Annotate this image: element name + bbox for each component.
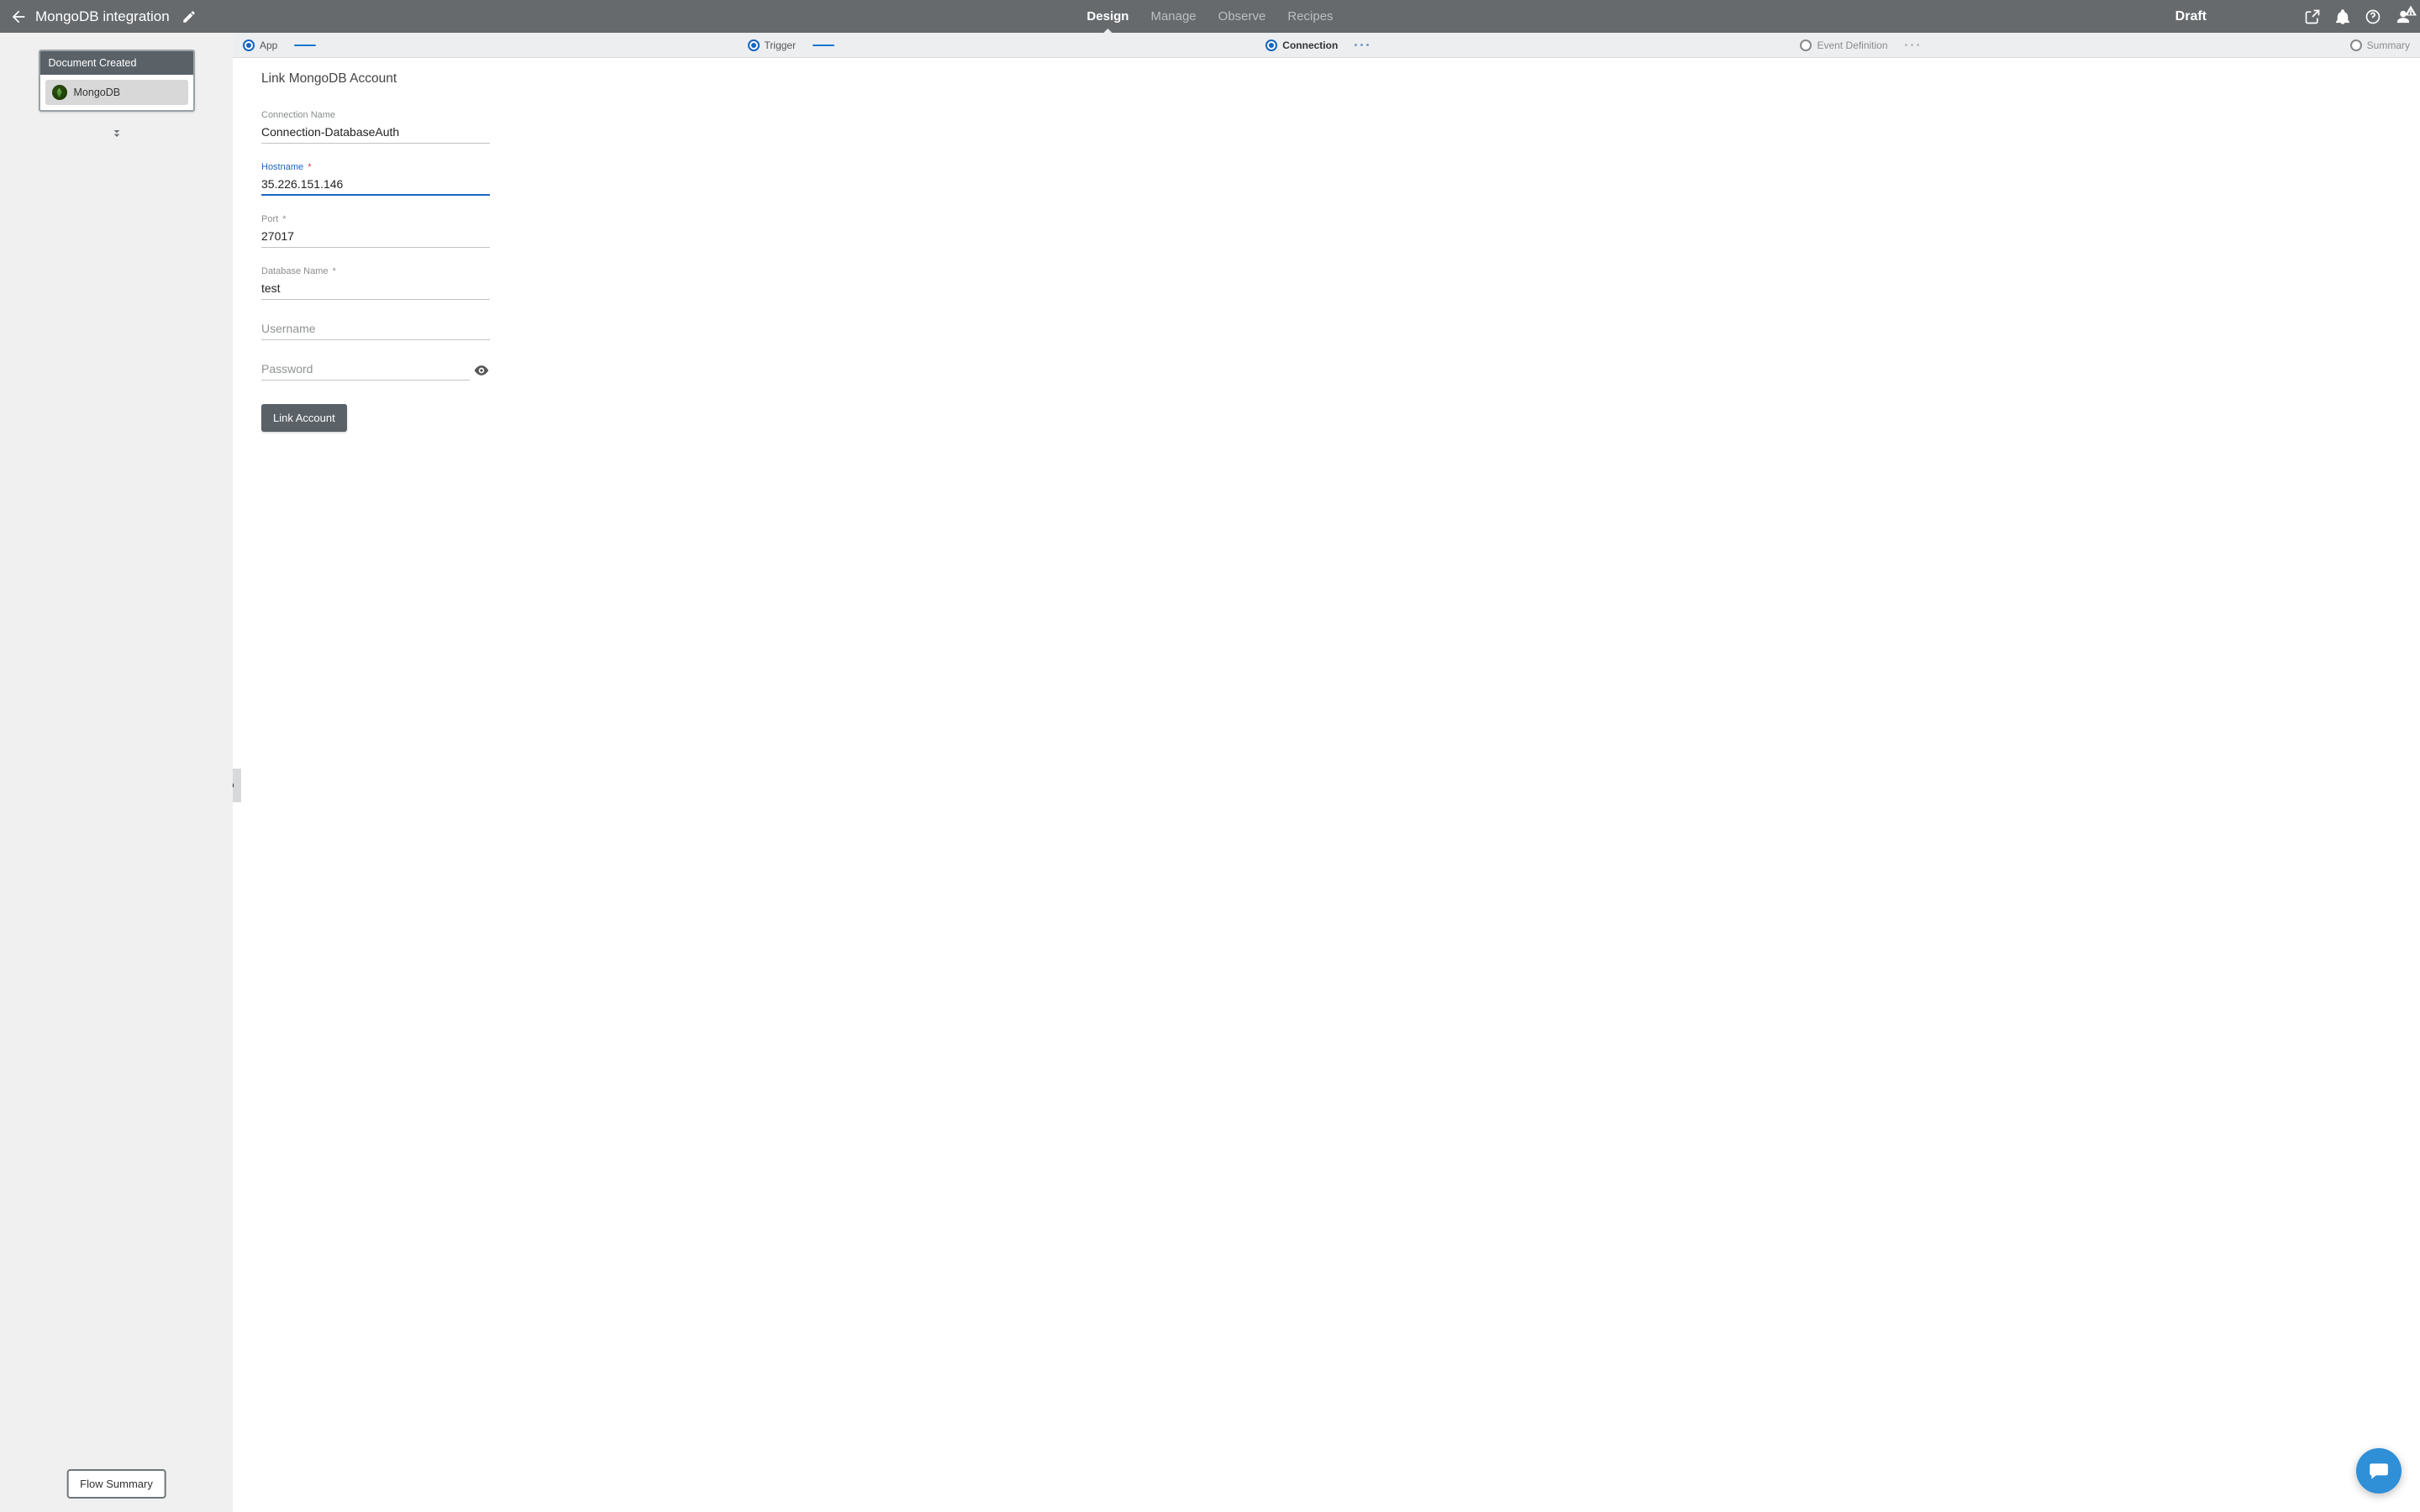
profile-icon[interactable]	[2395, 8, 2412, 25]
back-arrow-icon[interactable]	[8, 8, 27, 26]
step-connection[interactable]: Connection	[1265, 39, 1338, 51]
field-database-name: Database Name *	[261, 266, 490, 300]
required-asterisk: *	[333, 266, 336, 276]
tab-observe[interactable]: Observe	[1217, 0, 1268, 33]
show-password-icon[interactable]	[473, 362, 490, 379]
link-account-button[interactable]: Link Account	[261, 404, 347, 432]
step-circle-icon	[243, 39, 255, 51]
flow-summary-button[interactable]: Flow Summary	[66, 1469, 166, 1499]
step-label: Connection	[1282, 39, 1338, 51]
input-hostname[interactable]	[261, 174, 490, 196]
input-username[interactable]	[261, 318, 490, 340]
sidebar: Document Created MongoDB Flow Summary	[0, 33, 233, 1512]
chat-fab[interactable]	[2356, 1448, 2402, 1494]
step-summary[interactable]: Summary	[2350, 39, 2410, 51]
required-asterisk: *	[282, 214, 286, 224]
tab-manage[interactable]: Manage	[1149, 0, 1197, 33]
content-column: App Trigger Connection Eve	[233, 33, 2420, 1512]
step-trigger[interactable]: Trigger	[748, 39, 797, 51]
field-connection-name: Connection Name	[261, 110, 490, 144]
body-area: Document Created MongoDB Flow Summary Ap…	[0, 33, 2420, 1512]
open-external-icon[interactable]	[2304, 8, 2321, 25]
step-circle-icon	[1265, 39, 1277, 51]
input-password[interactable]	[261, 359, 470, 381]
main-content: Link MongoDB Account Connection Name Hos…	[233, 58, 2420, 1512]
bell-icon[interactable]	[2334, 8, 2351, 25]
label-hostname: Hostname *	[261, 162, 490, 172]
expand-down-icon[interactable]	[110, 127, 124, 144]
page-title: Link MongoDB Account	[261, 71, 2420, 87]
header-tabs: Design Manage Observe Recipes	[1085, 0, 1334, 33]
collapse-sidebar-handle[interactable]	[233, 769, 241, 802]
connection-form: Connection Name Hostname * Port * Databa…	[261, 110, 490, 432]
label-connection-name: Connection Name	[261, 110, 490, 120]
top-header: MongoDB integration Design Manage Observ…	[0, 0, 2420, 33]
step-circle-icon	[2350, 39, 2362, 51]
field-port: Port *	[261, 214, 490, 248]
step-bar: App Trigger Connection Eve	[233, 33, 2420, 58]
input-connection-name[interactable]	[261, 122, 490, 144]
label-hostname-text: Hostname	[261, 162, 303, 172]
edit-icon[interactable]	[182, 9, 197, 24]
label-port: Port *	[261, 214, 490, 224]
input-port[interactable]	[261, 226, 490, 248]
input-database-name[interactable]	[261, 278, 490, 300]
label-database-name: Database Name *	[261, 266, 490, 276]
required-asterisk: *	[308, 162, 311, 172]
flow-card: Document Created MongoDB	[39, 50, 195, 112]
header-left: MongoDB integration	[8, 8, 244, 26]
flow-card-body: MongoDB	[40, 75, 193, 110]
tab-recipes[interactable]: Recipes	[1286, 0, 1334, 33]
sidebar-item-mongodb[interactable]: MongoDB	[45, 80, 188, 105]
tab-design[interactable]: Design	[1085, 0, 1130, 33]
sidebar-item-label: MongoDB	[74, 87, 121, 98]
header-right: Draft	[2175, 8, 2412, 25]
label-port-text: Port	[261, 214, 278, 224]
step-circle-icon	[748, 39, 760, 51]
field-username	[261, 318, 490, 340]
status-label: Draft	[2175, 9, 2207, 24]
integration-title: MongoDB integration	[35, 8, 170, 25]
flow-card-title: Document Created	[40, 51, 193, 75]
step-event-definition[interactable]: Event Definition	[1800, 39, 1887, 51]
mongodb-icon	[52, 85, 67, 100]
alert-badge-icon	[2405, 5, 2417, 17]
step-label: Trigger	[765, 39, 797, 51]
help-icon[interactable]	[2365, 8, 2381, 25]
label-database-name-text: Database Name	[261, 266, 329, 276]
step-circle-icon	[1800, 39, 1812, 51]
field-password	[261, 359, 490, 381]
step-label: Summary	[2367, 39, 2410, 51]
step-app[interactable]: App	[243, 39, 277, 51]
step-label: App	[260, 39, 277, 51]
step-label: Event Definition	[1817, 39, 1887, 51]
field-hostname: Hostname *	[261, 162, 490, 196]
